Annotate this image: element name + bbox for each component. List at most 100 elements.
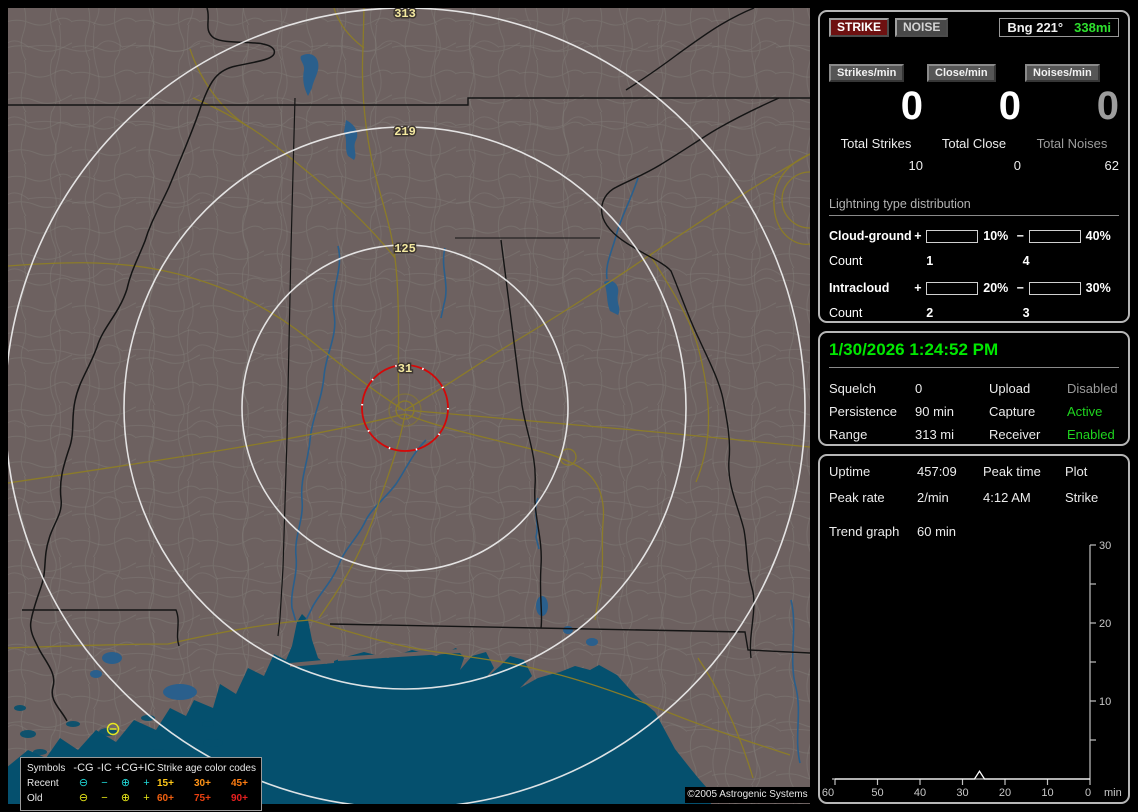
copyright-notice: ©2005 Astrogenic Systems [685, 787, 810, 803]
legend-old-label: Old [27, 793, 43, 804]
capture-status: Active [1067, 404, 1103, 419]
age-15: 15+ [157, 778, 174, 789]
status-panel: 1/30/2026 1:24:52 PM Squelch 0 Upload Di… [818, 331, 1130, 446]
trend-x-unit: min [1104, 787, 1122, 799]
strikes-per-min-value: 0 [900, 84, 923, 128]
age-60: 60+ [157, 793, 174, 804]
legend-neg-ic-header: -IC [97, 762, 112, 774]
squelch-label: Squelch [829, 381, 876, 396]
close-per-min-value: 0 [998, 84, 1021, 128]
noises-per-min-value: 0 [1096, 84, 1119, 128]
symbol-legend: Symbols -CG -IC +CG +IC Strike age color… [20, 757, 262, 811]
pos-cg-bar [926, 229, 979, 243]
capture-label: Capture [989, 404, 1036, 419]
recent-pos-ic-icon: + [143, 777, 150, 789]
svg-text:0: 0 [1085, 787, 1091, 799]
svg-text:50: 50 [871, 787, 883, 799]
distribution-title: Lightning type distribution [829, 197, 1119, 216]
strikes-per-min-button[interactable]: Strikes/min [829, 64, 905, 82]
minus-sign: − [1016, 229, 1024, 243]
stats-panel: STRIKE NOISE Bng 221° 338mi Strikes/min 0… [818, 10, 1130, 323]
ring-label-313: 313 [394, 8, 416, 21]
datetime-display: 1/30/2026 1:24:52 PM [829, 337, 1119, 368]
noises-per-min-button[interactable]: Noises/min [1025, 64, 1100, 82]
persistence-value: 90 min [915, 404, 955, 419]
neg-cg-count: 4 [1022, 254, 1030, 268]
neg-cg-pct: 40% [1085, 229, 1111, 243]
trend-tick-labels: 30 20 10 60 50 40 30 20 10 0 min [822, 540, 1122, 799]
pos-cg-count: 1 [926, 254, 934, 268]
neg-ic-pct: 30% [1085, 281, 1111, 295]
persistence-label: Persistence [829, 404, 897, 419]
recent-neg-ic-icon: − [101, 777, 108, 789]
app-window: 313 219 125 31 Symbols -CG -IC +CG +IC S… [0, 0, 1138, 812]
count-label: Count [829, 254, 863, 268]
svg-text:20: 20 [999, 787, 1011, 799]
legend-pos-cg-header: +CG [115, 762, 138, 774]
recent-pos-cg-icon: ⊕ [120, 777, 131, 789]
legend-pos-ic-header: +IC [137, 762, 156, 774]
bearing-readout: Bng 221° 338mi [999, 18, 1119, 37]
age-90: 90+ [231, 793, 248, 804]
trend-graph-value: 60 min [917, 524, 957, 539]
old-pos-ic-icon: + [143, 792, 150, 804]
total-close-value: 0 [1013, 158, 1021, 173]
strike-mode-button[interactable]: STRIKE [829, 18, 890, 37]
cloud-ground-row: Cloud-ground + 10% − 40% [829, 229, 1119, 243]
peak-time-label: Peak time [983, 464, 1041, 479]
close-per-min-button[interactable]: Close/min [927, 64, 996, 82]
total-noises-value: 62 [1104, 158, 1119, 173]
peak-rate-value: 2/min [917, 490, 949, 505]
recent-neg-cg-icon: ⊖ [78, 777, 89, 789]
pos-ic-count: 2 [926, 306, 934, 320]
svg-text:30: 30 [956, 787, 968, 799]
close-column: Close/min 0 Total Close 0 [927, 64, 1021, 173]
trend-chart: 30 20 10 60 50 40 30 20 10 0 min [822, 540, 1122, 799]
map-canvas[interactable]: 313 219 125 31 Symbols -CG -IC +CG +IC S… [8, 8, 810, 811]
legend-recent-label: Recent [27, 778, 59, 789]
noise-mode-button[interactable]: NOISE [895, 18, 949, 37]
peak-rate-label: Peak rate [829, 490, 885, 505]
svg-text:40: 40 [914, 787, 926, 799]
trend-graph-label: Trend graph [829, 524, 900, 539]
noises-column: Noises/min 0 Total Noises 62 [1025, 64, 1119, 173]
range-label: Range [829, 427, 868, 442]
svg-text:30: 30 [1099, 540, 1111, 552]
age-75: 75+ [194, 793, 211, 804]
squelch-value: 0 [915, 381, 923, 396]
uptime-panel: Uptime 457:09 Peak time Plot Peak rate 2… [818, 454, 1130, 804]
neg-ic-bar [1028, 281, 1081, 295]
total-strikes-label: Total Strikes [840, 136, 912, 151]
plot-value: Strike [1065, 490, 1099, 505]
map-graphic: 313 219 125 31 [8, 8, 810, 804]
svg-text:10: 10 [1099, 696, 1111, 708]
intracloud-row: Intracloud + 20% − 30% [829, 281, 1119, 295]
ring-label-125: 125 [394, 242, 416, 256]
minus-sign: − [1016, 281, 1024, 295]
cloud-ground-count-row: Count 1 4 [829, 254, 1119, 268]
neg-cg-bar [1028, 229, 1081, 243]
svg-text:60: 60 [822, 787, 834, 799]
total-noises-label: Total Noises [1036, 136, 1108, 151]
total-close-label: Total Close [941, 136, 1007, 151]
old-neg-cg-icon: ⊖ [78, 792, 89, 804]
pos-ic-pct: 20% [983, 281, 1009, 295]
svg-text:20: 20 [1099, 618, 1111, 630]
bearing-distance: 338mi [1074, 20, 1111, 35]
uptime-value: 457:09 [917, 464, 957, 479]
old-neg-ic-icon: − [101, 792, 108, 804]
plus-sign: + [914, 281, 922, 295]
intracloud-count-row: Count 2 3 [829, 306, 1119, 320]
plus-sign: + [914, 229, 922, 243]
count-label: Count [829, 306, 863, 320]
trend-axes [832, 544, 1096, 785]
range-value: 313 mi [915, 427, 955, 442]
cloud-ground-label: Cloud-ground [829, 229, 912, 243]
ring-label-31: 31 [398, 362, 412, 376]
age-30: 30+ [194, 778, 211, 789]
trend-series [835, 769, 1090, 780]
total-strikes-value: 10 [908, 158, 923, 173]
legend-age-title: Strike age color codes [157, 763, 256, 774]
ring-label-219: 219 [394, 125, 416, 139]
legend-symbols-header: Symbols [27, 763, 66, 774]
